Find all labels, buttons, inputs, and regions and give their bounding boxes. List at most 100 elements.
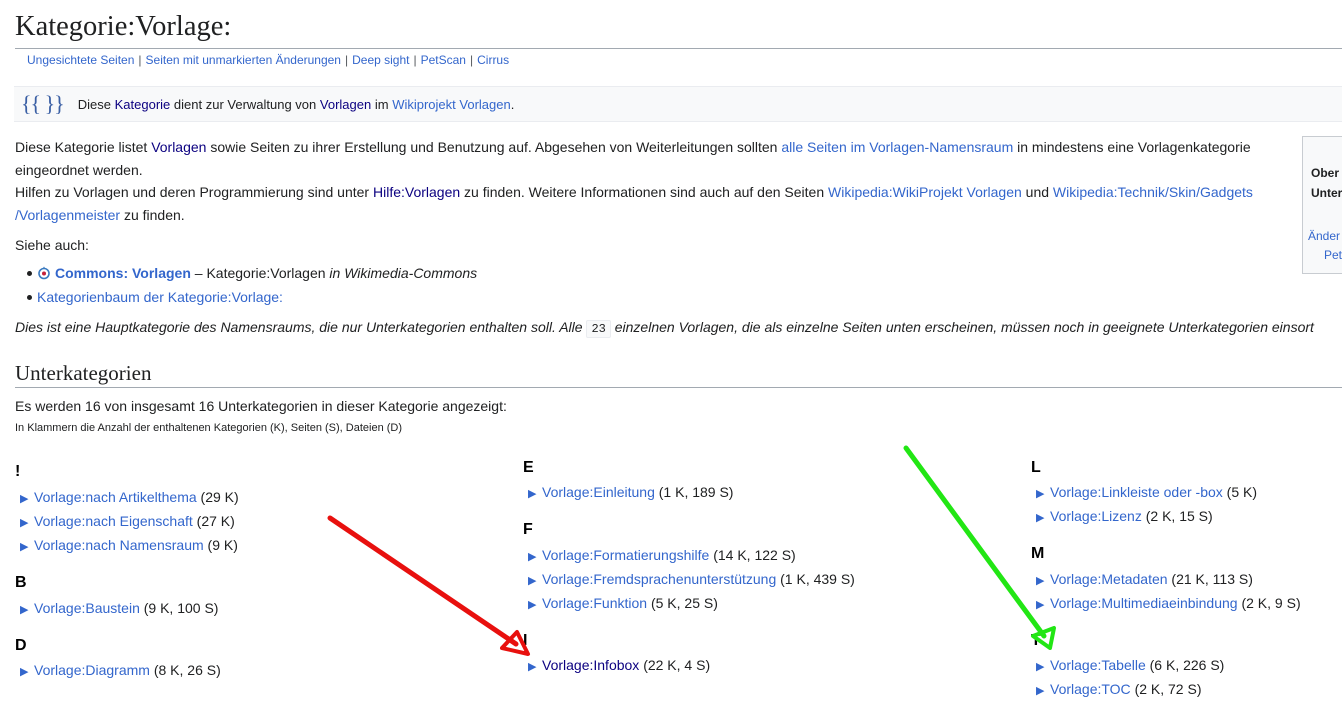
group-letter: F [523,521,533,538]
main-note-text-1: Dies ist eine Hauptkategorie des Namensr… [15,319,587,335]
subcategory-count: (2 K, 9 S) [1241,595,1301,611]
subcategory-count: (22 K, 4 S) [643,657,711,673]
expand-triangle-icon[interactable]: ▶ [528,487,537,500]
wikiprojekt-vorlagen-link[interactable]: Wikiprojekt Vorlagen [392,97,511,112]
expand-triangle-icon[interactable]: ▶ [1036,574,1045,587]
vorlagen-intro-link[interactable]: Vorlagen [151,139,206,155]
commons-templates-link[interactable]: Commons: Vorlagen [55,265,191,281]
category-tree-link[interactable]: Kategorienbaum der Kategorie:Vorlage: [37,289,283,305]
intro-text-6: und [1021,184,1053,200]
notice-text-2: dient zur Verwaltung von [173,96,317,112]
subcategory-count: (5 K, 25 S) [650,595,718,611]
subcategory-link[interactable]: Vorlage:Formatierungshilfe [542,547,709,563]
expand-triangle-icon[interactable]: ▶ [20,540,29,553]
subcategory-link[interactable]: Vorlage:nach Eigenschaft [34,513,193,529]
list-item: Commons: Vorlagen – Kategorie:Vorlagen i… [15,262,477,286]
template-braces-icon: {{ }} [21,91,65,116]
subcategory-item: ▶ Vorlage:TOC (2 K, 72 S) [1036,681,1201,697]
subcategory-count: (9 K, 100 S) [143,600,219,616]
group-letter: E [523,459,534,476]
subcategory-link[interactable]: Vorlage:Diagramm [34,662,150,678]
expand-triangle-icon[interactable]: ▶ [20,603,29,616]
group-letter: M [1031,545,1045,562]
subcategories-legend: In Klammern die Anzahl der enthaltenen K… [15,422,403,434]
subcategory-link[interactable]: Vorlage:Multimediaeinbindung [1050,595,1238,611]
subcategory-count: (6 K, 226 S) [1149,657,1225,673]
separator: | [469,53,474,67]
subcategory-link[interactable]: Vorlage:nach Artikelthema [34,489,197,505]
expand-triangle-icon[interactable]: ▶ [1036,487,1045,500]
template-count: 23 [586,320,611,338]
side-box-heading-1: Ober [1311,166,1340,180]
subcategory-count: (14 K, 122 S) [713,547,796,563]
separator: | [344,53,349,67]
intro-text-2: sowie Seiten zu ihrer Erstellung und Ben… [206,139,782,155]
separator: | [413,53,417,67]
wikiproject-templates-link[interactable]: Wikipedia:WikiProjekt Vorlagen [828,184,1022,200]
petscan-link[interactable]: PetScan [421,53,466,67]
expand-triangle-icon[interactable]: ▶ [528,574,537,587]
subcategory-count: (5 K) [1226,484,1258,500]
expand-triangle-icon[interactable]: ▶ [20,516,29,529]
unreviewed-pages-link[interactable]: Ungesichtete Seiten [27,53,134,67]
subcategory-count: (21 K, 113 S) [1171,571,1253,587]
subcategory-count: (29 K) [200,489,239,505]
kategorie-link[interactable]: Kategorie [115,97,171,112]
notice-text-3: im [374,96,389,112]
all-template-pages-link[interactable]: alle Seiten im Vorlagen-Namensraum [781,139,1013,155]
subcategory-item: ▶ Vorlage:Baustein (9 K, 100 S) [20,600,218,616]
subcategory-count: (2 K, 15 S) [1145,508,1213,524]
expand-triangle-icon[interactable]: ▶ [1036,511,1045,524]
subcategory-count: (27 K) [196,513,235,529]
list-item: Kategorienbaum der Kategorie:Vorlage: [15,286,477,310]
expand-triangle-icon[interactable]: ▶ [1036,660,1045,673]
subcategory-link[interactable]: Vorlage:Funktion [542,595,647,611]
subcategory-link[interactable]: Vorlage:Metadaten [1050,571,1168,587]
cirrus-link[interactable]: Cirrus [477,53,509,67]
expand-triangle-icon[interactable]: ▶ [528,660,537,673]
intro-text-7: zu finden. [120,206,185,223]
expand-triangle-icon[interactable]: ▶ [1036,598,1045,611]
group-letter: B [15,574,27,591]
separator: | [138,53,142,67]
subcategory-item: ▶ Vorlage:Infobox (22 K, 4 S) [528,657,710,673]
expand-triangle-icon[interactable]: ▶ [528,550,537,563]
expand-triangle-icon[interactable]: ▶ [20,492,29,505]
unmarked-changes-link[interactable]: Seiten mit unmarkierten Änderungen [146,53,341,67]
expand-triangle-icon[interactable]: ▶ [1036,684,1045,697]
deep-sight-link[interactable]: Deep sight [352,53,409,67]
notice-text: Diese Kategorie dient zur Verwaltung von… [78,97,515,112]
subcategory-link[interactable]: Vorlage:Tabelle [1050,657,1146,673]
side-box-link-2[interactable]: Pet [1324,248,1342,262]
subcategory-item: ▶ Vorlage:Linkleiste oder -box (5 K) [1036,484,1257,500]
side-box-link-1[interactable]: Änder [1308,229,1340,243]
subcategory-item: ▶ Vorlage:Einleitung (1 K, 189 S) [528,484,733,500]
category-tree-box: Ober Unter Änder Pet [1302,136,1342,274]
subcategory-link[interactable]: Vorlage:nach Namensraum [34,537,204,553]
page-title: Kategorie:Vorlage: [15,8,1342,49]
group-letter: D [15,637,27,654]
subcategory-item: ▶ Vorlage:Metadaten (21 K, 113 S) [1036,571,1253,587]
subcategory-link[interactable]: Vorlage:Infobox [542,657,639,673]
subcategory-link[interactable]: Vorlage:Einleitung [542,484,655,500]
group-letter: ! [15,463,21,480]
notice-text-1: Diese [77,96,111,112]
subcategory-link[interactable]: Vorlage:Baustein [34,600,140,616]
expand-triangle-icon[interactable]: ▶ [528,598,537,611]
subcategory-link[interactable]: Vorlage:TOC [1050,681,1131,697]
side-box-heading-2: Unter [1311,186,1342,200]
subcategory-link[interactable]: Vorlage:Lizenz [1050,508,1142,524]
expand-triangle-icon[interactable]: ▶ [20,665,29,678]
main-category-note: Dies ist eine Hauptkategorie des Namensr… [15,316,1342,341]
red-arrow [327,515,530,656]
subcategory-count: (2 K, 72 S) [1134,681,1202,697]
category-notice: {{ }} Diese Kategorie dient zur Verwaltu… [14,86,1342,122]
group-letter: T [1031,632,1041,649]
subcategory-item: ▶ Vorlage:Diagramm (8 K, 26 S) [20,662,221,678]
vorlagen-link[interactable]: Vorlagen [320,97,371,112]
help-templates-link[interactable]: Hilfe:Vorlagen [373,184,460,200]
main-note-text-2: einzelnen Vorlagen, die als einzelne Sei… [610,319,1314,335]
subcategory-link[interactable]: Vorlage:Linkleiste oder -box [1050,484,1223,500]
subcategory-link[interactable]: Vorlage:Fremdsprachenunterstützung [542,571,776,587]
subcategory-item: ▶ Vorlage:nach Eigenschaft (27 K) [20,513,235,529]
